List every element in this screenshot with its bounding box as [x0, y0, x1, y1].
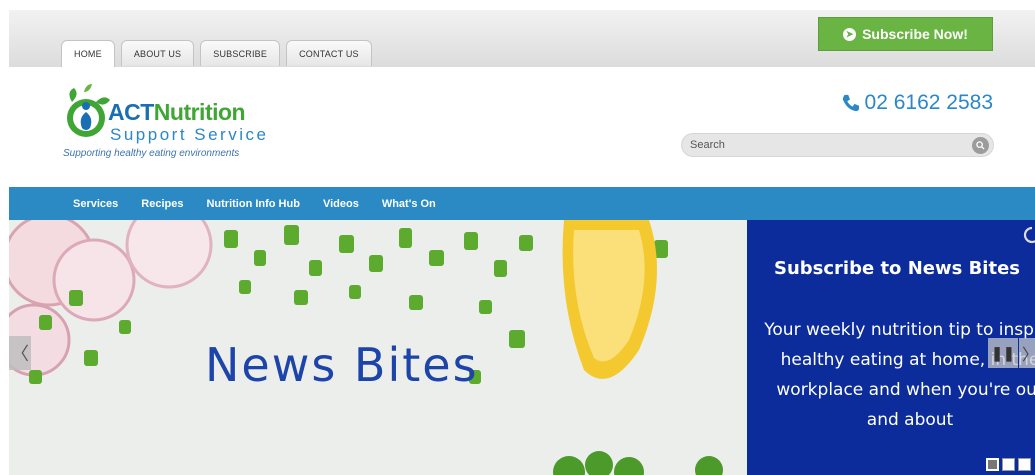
phone-number: 02 6162 2583: [864, 91, 993, 114]
header: ACTNutrition Support Service Supporting …: [0, 67, 1035, 187]
logo-act: ACT: [108, 99, 154, 125]
search-button[interactable]: [972, 137, 989, 154]
top-tabs: HOME ABOUT US SUBSCRIBE CONTACT US: [61, 40, 372, 67]
logo-subtitle: Support Service: [110, 125, 269, 144]
logo-title: ACTNutrition: [108, 99, 246, 126]
page: HOME ABOUT US SUBSCRIBE CONTACT US ➤ Sub…: [0, 0, 1035, 475]
nav-videos[interactable]: Videos: [323, 198, 359, 210]
tab-about-us[interactable]: ABOUT US: [120, 40, 195, 66]
tagline: Supporting healthy eating environments: [63, 148, 240, 159]
nav-whats-on[interactable]: What's On: [382, 198, 436, 210]
tab-subscribe[interactable]: SUBSCRIBE: [200, 40, 281, 66]
chevron-right-icon: 〉: [1022, 341, 1035, 365]
slide-dots: [986, 458, 1031, 471]
logo-nutrition: Nutrition: [153, 99, 246, 125]
phone-contact[interactable]: 02 6162 2583: [841, 91, 993, 115]
chevron-left-icon: 〈: [11, 344, 29, 364]
hero-image: News Bites: [9, 220, 747, 475]
logo-mark-icon: [67, 84, 110, 137]
prev-slide-button[interactable]: 〈: [9, 336, 31, 370]
hero-slider: News Bites 〈 Subscribe to News Bites You…: [9, 220, 1035, 475]
subscribe-now-label: Subscribe Now!: [862, 26, 968, 42]
subscribe-now-button[interactable]: ➤ Subscribe Now!: [818, 17, 993, 51]
panel-body: Your weekly nutrition tip to inspire hea…: [764, 320, 1035, 430]
nav-services[interactable]: Services: [73, 198, 118, 210]
pause-slide-button[interactable]: ❚❚: [988, 338, 1018, 368]
search-input[interactable]: [690, 139, 960, 151]
top-bar: HOME ABOUT US SUBSCRIBE CONTACT US ➤ Sub…: [9, 10, 1035, 67]
search-icon: [976, 141, 985, 150]
reload-icon: [1023, 226, 1035, 244]
phone-icon: [842, 94, 859, 112]
slide-dot[interactable]: [1018, 458, 1031, 471]
slide-dot[interactable]: [1002, 458, 1015, 471]
pause-icon: ❚❚: [991, 344, 1015, 361]
search-box: [681, 133, 994, 157]
next-slide-button[interactable]: 〉: [1019, 338, 1035, 368]
slide-title: News Bites: [205, 338, 479, 392]
slide-dot[interactable]: [986, 458, 999, 471]
tab-contact-us[interactable]: CONTACT US: [286, 40, 372, 66]
arrow-circle-right-icon: ➤: [843, 27, 857, 41]
main-nav: Services Recipes Nutrition Info Hub Vide…: [9, 187, 1035, 220]
tab-home[interactable]: HOME: [61, 40, 115, 67]
nav-nutrition-info-hub[interactable]: Nutrition Info Hub: [206, 198, 299, 210]
nav-recipes[interactable]: Recipes: [141, 198, 183, 210]
panel-title: Subscribe to News Bites: [774, 258, 1020, 279]
